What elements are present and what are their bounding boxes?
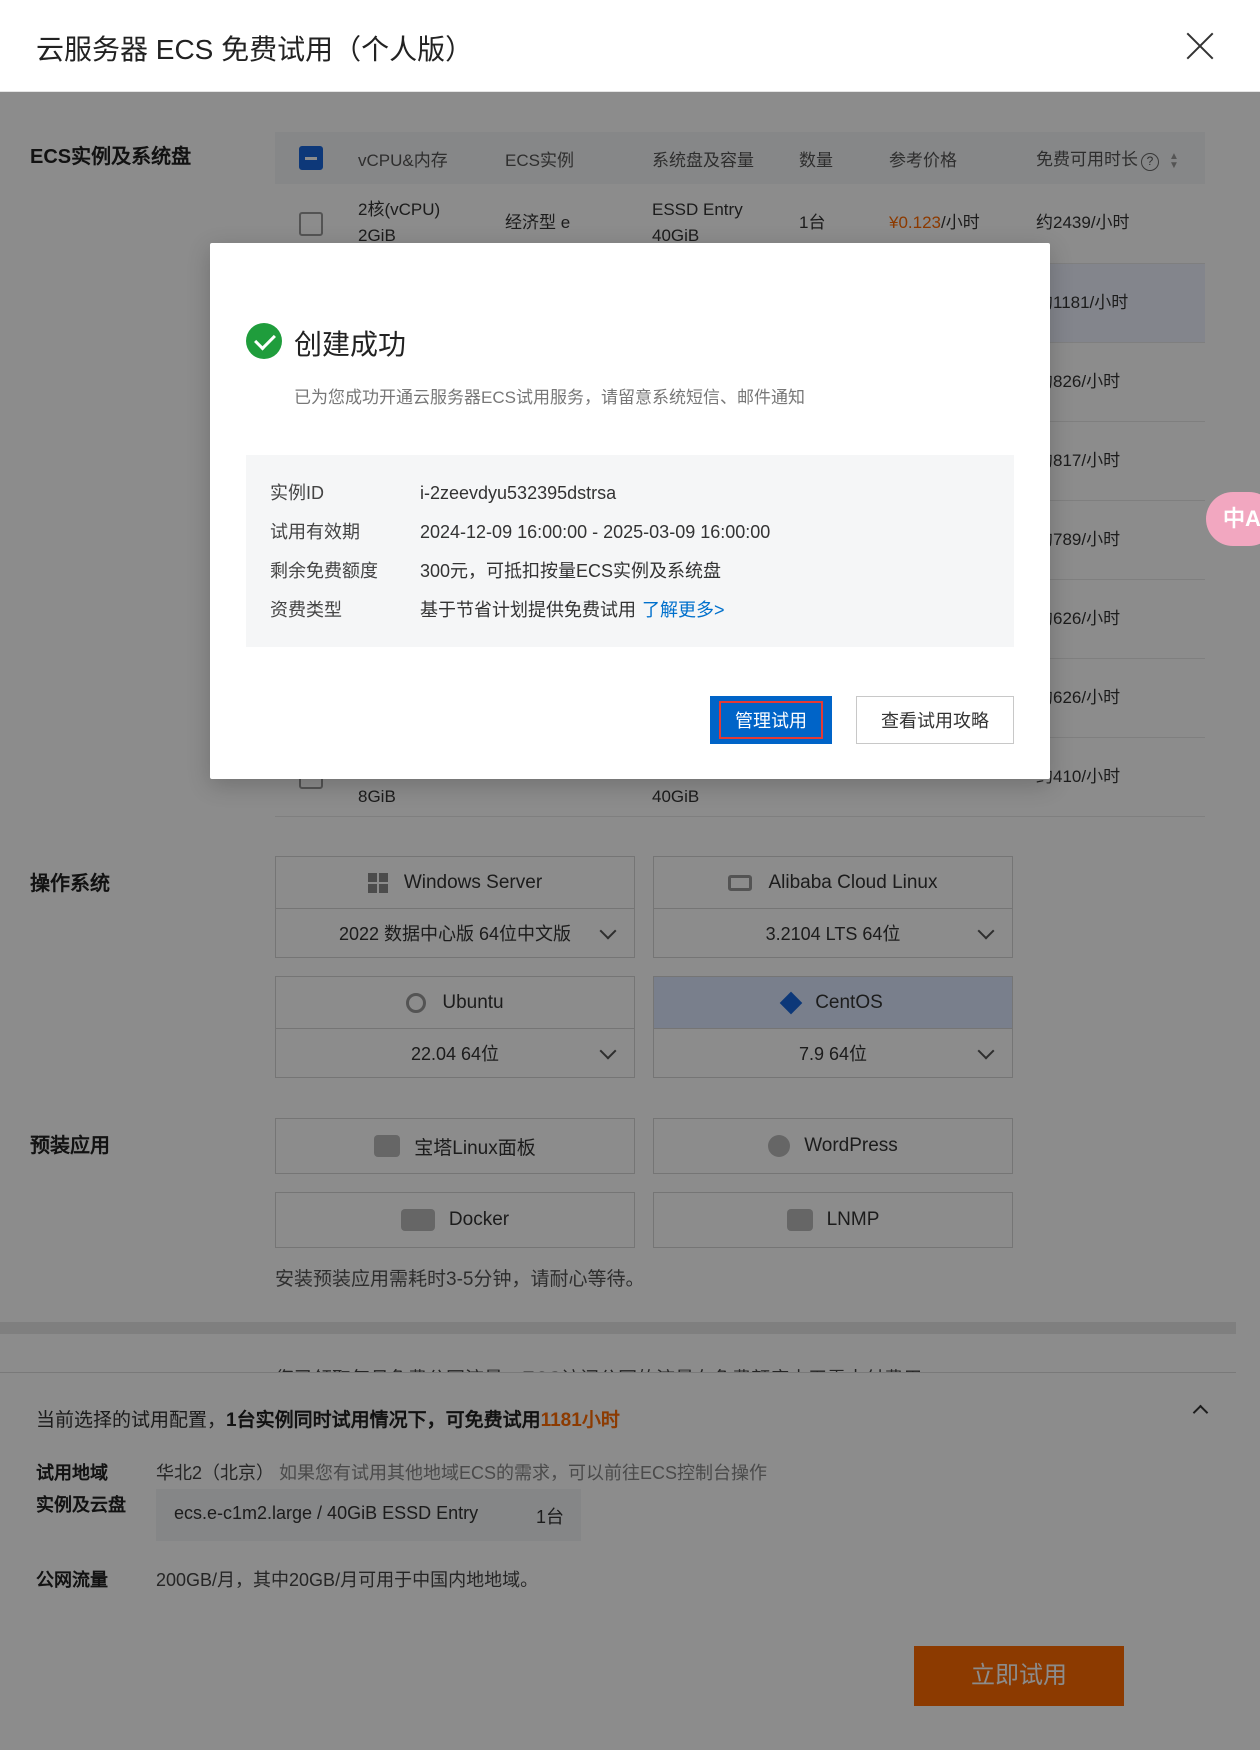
- modal-subtitle: 已为您成功开通云服务器ECS试用服务，请留意系统短信、邮件通知: [294, 388, 805, 407]
- info-row-quota: 剩余免费额度 300元，可抵扣按量ECS实例及系统盘: [270, 557, 721, 583]
- info-label: 剩余免费额度: [270, 561, 378, 581]
- instance-info-box: 实例ID i-2zeevdyu532395dstrsa 试用有效期 2024-12-…: [246, 455, 1014, 647]
- info-label: 实例ID: [270, 483, 324, 503]
- modal-title: 创建成功: [294, 329, 407, 360]
- success-modal: 创建成功 已为您成功开通云服务器ECS试用服务，请留意系统短信、邮件通知 实例I…: [210, 243, 1050, 779]
- info-row-instance-id: 实例ID i-2zeevdyu532395dstrsa: [270, 479, 616, 505]
- learn-more-link[interactable]: 了解更多>: [642, 600, 725, 620]
- info-value: 300元，可抵扣按量ECS实例及系统盘: [420, 561, 722, 581]
- success-check-icon: [246, 323, 282, 359]
- info-label: 资费类型: [270, 600, 342, 620]
- dialog-header: 云服务器 ECS 免费试用（个人版）: [0, 0, 1260, 92]
- manage-trial-button[interactable]: 管理试用: [710, 696, 832, 744]
- translate-icon[interactable]: 中A: [1206, 492, 1260, 546]
- info-value: 2024-12-09 16:00:00 - 2025-03-09 16:00:0…: [420, 522, 771, 542]
- close-icon[interactable]: [1182, 28, 1218, 64]
- info-value: i-2zeevdyu532395dstrsa: [420, 483, 617, 503]
- info-row-validity: 试用有效期 2024-12-09 16:00:00 - 2025-03-09 16…: [270, 518, 770, 544]
- info-label: 试用有效期: [270, 522, 360, 542]
- page-title: 云服务器 ECS 免费试用（个人版）: [36, 34, 474, 65]
- info-row-fee-type: 资费类型 基于节省计划提供免费试用 了解更多>: [270, 596, 725, 622]
- view-guide-button[interactable]: 查看试用攻略: [856, 696, 1014, 744]
- manage-trial-label: 管理试用: [719, 701, 823, 739]
- info-value: 基于节省计划提供免费试用: [420, 600, 636, 620]
